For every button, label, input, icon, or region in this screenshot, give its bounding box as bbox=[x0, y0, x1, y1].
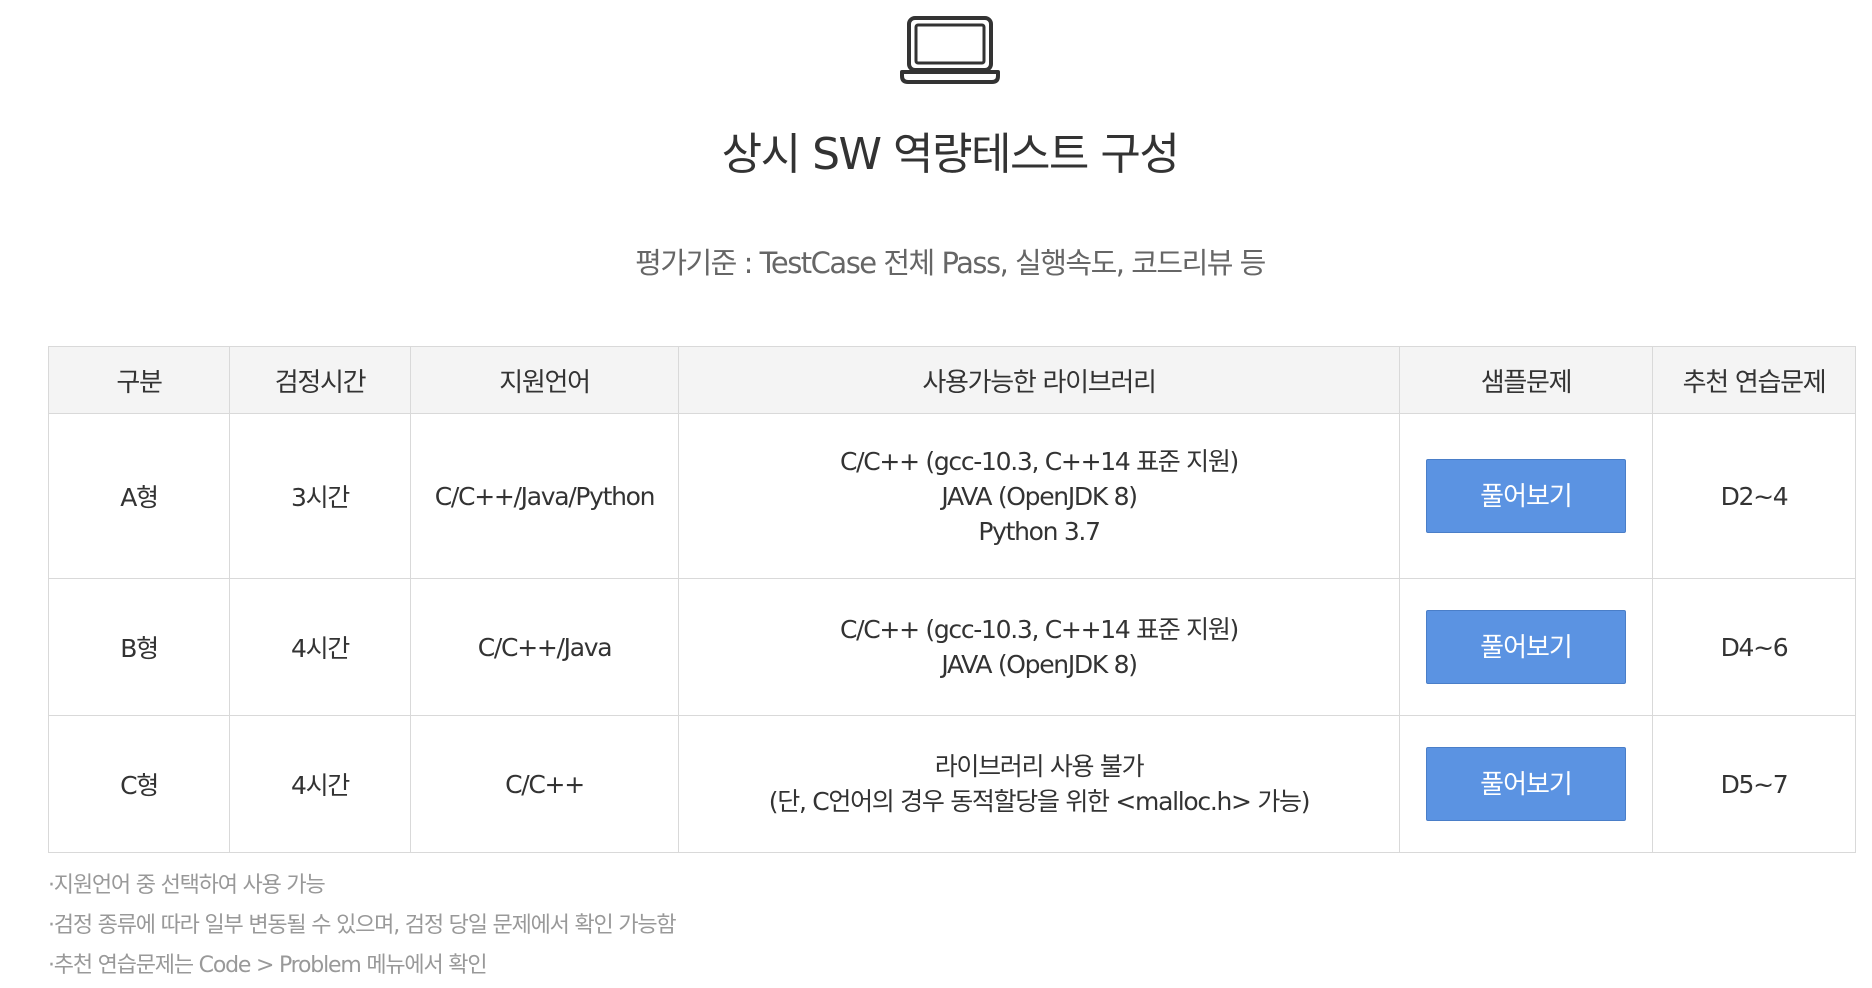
cell-type: C형 bbox=[48, 715, 230, 853]
solve-sample-c-button[interactable]: 풀어보기 bbox=[1426, 747, 1626, 821]
page: 상시 SW 역량테스트 구성 평가기준 : TestCase 전체 Pass, … bbox=[0, 0, 1872, 988]
page-title: 상시 SW 역량테스트 구성 bbox=[721, 129, 1180, 180]
header-sample: 샘플문제 bbox=[1399, 346, 1653, 414]
test-spec-table: 구분 검정시간 지원언어 사용가능한 라이브러리 샘플문제 추천 연습문제 A형… bbox=[48, 346, 1856, 853]
table-header-row: 구분 검정시간 지원언어 사용가능한 라이브러리 샘플문제 추천 연습문제 bbox=[48, 346, 1856, 414]
evaluation-criteria: 평가기준 : TestCase 전체 Pass, 실행속도, 코드리뷰 등 bbox=[635, 246, 1266, 280]
table-row: B형 4시간 C/C++/Java C/C++ (gcc-10.3, C++14… bbox=[48, 578, 1856, 716]
cell-languages: C/C++/Java bbox=[410, 578, 679, 716]
solve-sample-a-button[interactable]: 풀어보기 bbox=[1426, 459, 1626, 533]
cell-libraries: C/C++ (gcc-10.3, C++14 표준 지원) JAVA (Open… bbox=[678, 578, 1400, 716]
cell-practice: D2~4 bbox=[1652, 413, 1856, 579]
header-type: 구분 bbox=[48, 346, 230, 414]
header-time: 검정시간 bbox=[229, 346, 411, 414]
cell-type: B형 bbox=[48, 578, 230, 716]
cell-type: A형 bbox=[48, 413, 230, 579]
library-line: 라이브러리 사용 불가 bbox=[934, 752, 1145, 781]
table-row: C형 4시간 C/C++ 라이브러리 사용 불가 (단, C언어의 경우 동적할… bbox=[48, 715, 1856, 853]
cell-libraries: C/C++ (gcc-10.3, C++14 표준 지원) JAVA (Open… bbox=[678, 413, 1400, 579]
cell-time: 4시간 bbox=[229, 715, 411, 853]
library-line: C/C++ (gcc-10.3, C++14 표준 지원) bbox=[840, 446, 1239, 476]
cell-sample: 풀어보기 bbox=[1399, 578, 1653, 716]
library-line: C/C++ (gcc-10.3, C++14 표준 지원) bbox=[840, 615, 1239, 644]
library-line: Python 3.7 bbox=[978, 516, 1101, 546]
footnotes: ·지원언어 중 선택하여 사용 가능 ·검정 종류에 따라 일부 변동될 수 있… bbox=[48, 866, 677, 986]
footnote-variation: ·검정 종류에 따라 일부 변동될 수 있으며, 검정 당일 문제에서 확인 가… bbox=[48, 913, 677, 938]
cell-sample: 풀어보기 bbox=[1399, 715, 1653, 853]
cell-languages: C/C++/Java/Python bbox=[410, 413, 679, 579]
table-row: A형 3시간 C/C++/Java/Python C/C++ (gcc-10.3… bbox=[48, 413, 1856, 579]
header-practice: 추천 연습문제 bbox=[1652, 346, 1856, 414]
library-line: (단, C언어의 경우 동적할당을 위한 <malloc.h> 가능) bbox=[768, 787, 1311, 816]
footnote-practice: ·추천 연습문제는 Code > Problem 메뉴에서 확인 bbox=[48, 953, 488, 978]
cell-practice: D4~6 bbox=[1652, 578, 1856, 716]
library-line: JAVA (OpenJDK 8) bbox=[941, 650, 1138, 679]
header-libraries: 사용가능한 라이브러리 bbox=[678, 346, 1400, 414]
cell-libraries: 라이브러리 사용 불가 (단, C언어의 경우 동적할당을 위한 <malloc… bbox=[678, 715, 1400, 853]
header-languages: 지원언어 bbox=[410, 346, 679, 414]
cell-sample: 풀어보기 bbox=[1399, 413, 1653, 579]
laptop-icon bbox=[900, 16, 1000, 84]
cell-practice: D5~7 bbox=[1652, 715, 1856, 853]
cell-time: 4시간 bbox=[229, 578, 411, 716]
cell-time: 3시간 bbox=[229, 413, 411, 579]
footnote-language: ·지원언어 중 선택하여 사용 가능 bbox=[48, 873, 326, 898]
solve-sample-b-button[interactable]: 풀어보기 bbox=[1426, 610, 1626, 684]
library-line: JAVA (OpenJDK 8) bbox=[941, 481, 1138, 511]
cell-languages: C/C++ bbox=[410, 715, 679, 853]
